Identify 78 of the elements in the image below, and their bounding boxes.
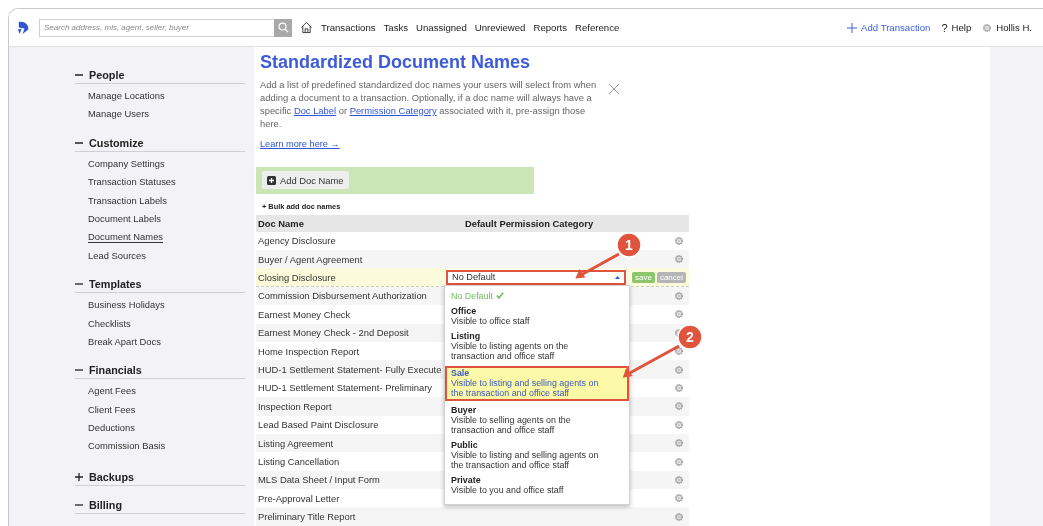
- section-heading: Financials: [89, 364, 142, 377]
- doc-name-cell-text: MLS Data Sheet / Input Form: [257, 474, 381, 486]
- sidebar-item[interactable]: Checklists: [88, 317, 131, 329]
- option-description: Visible to listing and selling agents on the transaction and office staff: [451, 449, 600, 470]
- sidebar-item[interactable]: Transaction Labels: [88, 194, 167, 206]
- sidebar-item[interactable]: Manage Locations: [88, 90, 165, 101]
- inline-link[interactable]: Doc Label: [293, 104, 337, 116]
- nav-link[interactable]: Unassigned: [416, 22, 467, 33]
- option-title: No Default: [451, 290, 493, 301]
- section-heading: Customize: [89, 136, 144, 149]
- sidebar-item[interactable]: Document Names: [88, 231, 164, 244]
- help-link[interactable]: ? Help: [941, 21, 972, 34]
- add-transaction-link[interactable]: Add Transaction: [847, 22, 931, 33]
- option-title: Sale: [451, 367, 470, 378]
- nav-link[interactable]: Transactions: [321, 22, 376, 33]
- nav-link[interactable]: Reference: [575, 22, 620, 33]
- section-heading: Backups: [89, 470, 134, 483]
- doc-name-cell-text: Earnest Money Check - 2nd Deposit: [257, 327, 410, 339]
- nav-link[interactable]: Tasks: [383, 22, 409, 33]
- description-text: Add a list of predefined standardized doc names your users will select from when adding a document to a transaction. Optionally, if a doc name will always have a specific Doc Label or Permission Category associated with it, pre-assign those here.: [260, 79, 598, 131]
- sidebar-item[interactable]: Transaction Statuses: [88, 176, 176, 188]
- doc-name-cell-text: Agency Disclosure: [257, 235, 337, 247]
- dropdown-option[interactable]: Sale Visible to listing and selling agents on the transaction and office staff: [445, 365, 629, 401]
- column-header: Default Permission Category: [464, 217, 595, 229]
- sidebar-item[interactable]: Document Labels: [88, 212, 161, 224]
- sidebar-item[interactable]: Business Holidays: [88, 299, 165, 311]
- doc-name-cell-text: Pre-Approval Letter: [257, 492, 341, 504]
- help-icon: ?: [941, 21, 948, 34]
- doc-name-cell-text: Preliminary Title Report: [257, 511, 357, 523]
- option-title: Office: [451, 305, 477, 316]
- option-description: Visible to listing agents on the transaction and office staff: [451, 340, 570, 361]
- sidebar-item[interactable]: Company Settings: [88, 157, 165, 169]
- sidebar-item[interactable]: Break Apart Docs: [88, 335, 161, 347]
- sidebar-item[interactable]: Commission Basis: [88, 440, 166, 452]
- doc-name-cell-text: HUD-1 Settlement Statement- Fully Execute: [257, 364, 443, 376]
- dropdown-option[interactable]: Buyer Visible to selling agents on the transaction and office staff: [445, 402, 629, 438]
- option-description: Visible to you and office staff: [451, 484, 565, 495]
- option-title: Buyer: [451, 404, 477, 415]
- option-title: Public: [451, 439, 478, 450]
- search-field[interactable]: Search address, mls, agent, seller, buyer: [39, 18, 274, 37]
- option-description: Visible to selling agents on the transaction and office staff: [451, 414, 572, 435]
- column-header: Doc Name: [257, 217, 305, 229]
- doc-name-cell-text: Listing Cancellation: [257, 456, 341, 467]
- doc-name-cell-text: Earnest Money Check: [257, 308, 352, 320]
- sidebar-item[interactable]: Agent Fees: [88, 385, 136, 397]
- section-heading: People: [89, 69, 125, 81]
- doc-name-cell-text: Buyer / Agent Agreement: [257, 253, 364, 265]
- nav-link[interactable]: Unreviewed: [474, 22, 526, 33]
- callout-badge: 1: [616, 232, 642, 258]
- nav-link[interactable]: Reports: [533, 22, 568, 33]
- doc-name-cell-text: Inspection Report: [257, 400, 333, 412]
- add-doc-name-button[interactable]: Add Doc Name: [262, 171, 349, 190]
- sidebar-item[interactable]: Lead Sources: [88, 249, 146, 261]
- doc-name-cell-text: Lead Based Paint Disclosure: [257, 419, 380, 431]
- doc-name-cell-text: Closing Disclosure: [257, 271, 337, 283]
- dropdown-option[interactable]: Office Visible to office staff: [445, 303, 629, 329]
- learn-more-link[interactable]: Learn more here →: [260, 138, 340, 149]
- dropdown-option[interactable]: Private Visible to you and office staff: [445, 472, 629, 498]
- section-heading: Billing: [89, 498, 122, 511]
- user-menu[interactable]: Hollis H.: [982, 22, 1032, 33]
- doc-name-cell-text: Commission Disbursement Authorization: [257, 290, 428, 302]
- permission-select[interactable]: No Default: [446, 269, 626, 285]
- sidebar-item[interactable]: Manage Users: [88, 108, 149, 120]
- dropdown-option[interactable]: Listing Visible to listing agents on the transaction and office staff: [445, 328, 629, 364]
- sidebar-item[interactable]: Client Fees: [88, 403, 136, 415]
- sidebar-item[interactable]: Deductions: [88, 422, 135, 434]
- option-description: Visible to office staff: [451, 315, 531, 326]
- option-title: Listing: [451, 330, 481, 341]
- option-description: Visible to listing and selling agents on the transaction and office staff: [451, 377, 600, 398]
- section-heading: Templates: [89, 278, 142, 291]
- dropdown-option[interactable]: Public Visible to listing and selling agents on the transaction and office staff: [445, 437, 629, 473]
- inline-link[interactable]: Permission Category: [349, 104, 437, 116]
- doc-name-cell-text: HUD-1 Settlement Statement- Preliminary: [257, 382, 433, 394]
- callout-badge: 2: [677, 324, 703, 350]
- option-title: Private: [451, 474, 481, 485]
- page-title: Standardized Document Names: [260, 51, 532, 73]
- doc-name-cell-text: Listing Agreement: [257, 437, 335, 449]
- doc-name-cell-text: Home Inspection Report: [257, 345, 361, 357]
